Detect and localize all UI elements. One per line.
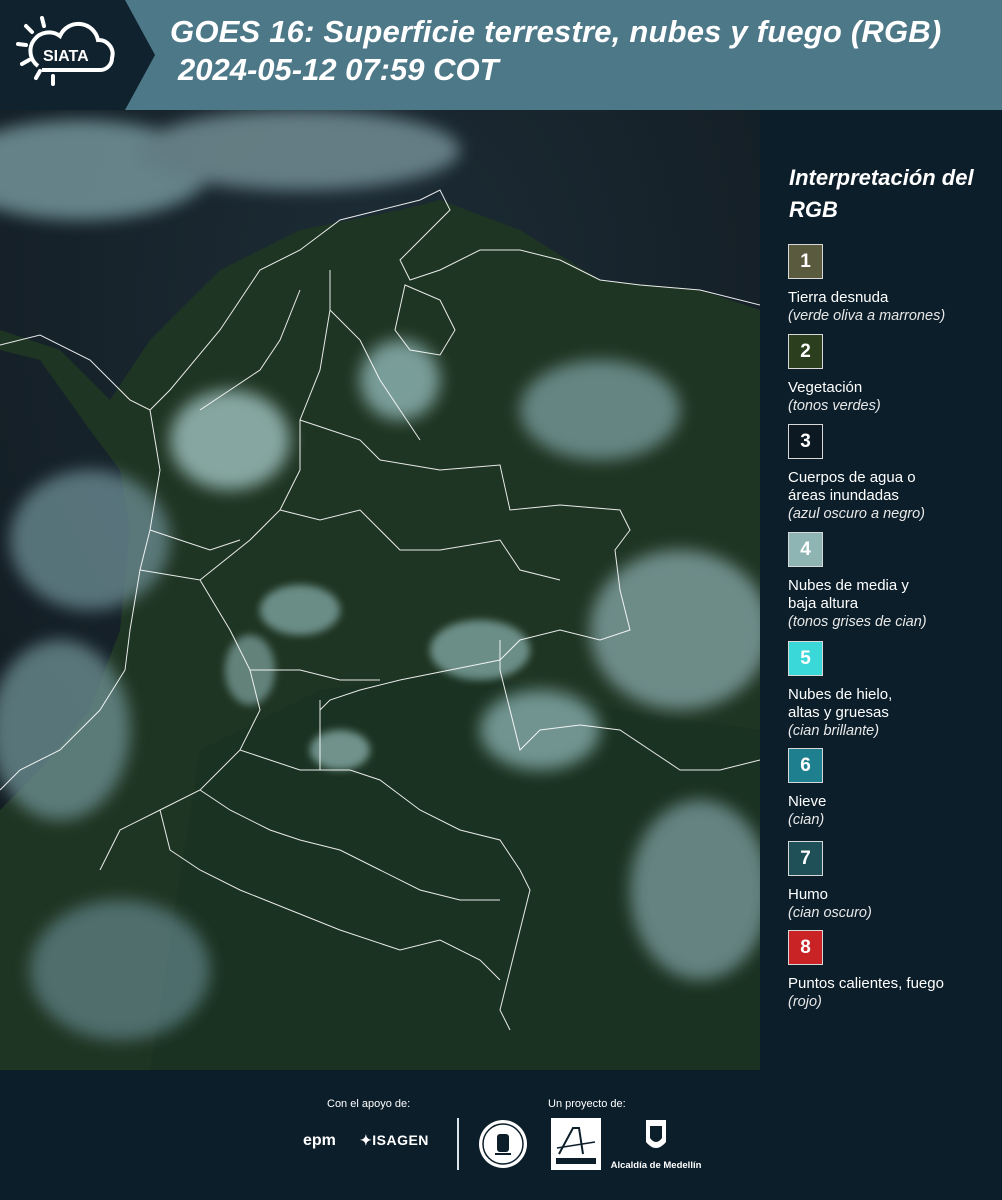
area-metropolitana-logo xyxy=(551,1118,601,1170)
legend-label-5: Nubes de hielo, altas y gruesas xyxy=(788,686,893,721)
legend-item-2: 2 Vegetación (tonos verdes) xyxy=(788,334,998,415)
alcaldia-text: Alcaldía de Medellín xyxy=(610,1160,702,1171)
legend-item-6: 6 Nieve (cian) xyxy=(788,748,998,829)
legend-label-2: Vegetación xyxy=(788,379,863,396)
legend-sub-3: (azul oscuro a negro) xyxy=(788,506,926,522)
legend-label-7: Humo xyxy=(788,886,829,903)
legend-label-3: Cuerpos de agua o áreas inundadas xyxy=(788,469,916,504)
isagen-text: ISAGEN xyxy=(372,1132,429,1148)
epm-logo: epm xyxy=(303,1132,336,1149)
satellite-map[interactable] xyxy=(0,110,760,1070)
legend-number-2: 2 xyxy=(800,340,811,362)
legend-swatch-1: 1 xyxy=(788,244,823,279)
legend-number-7: 7 xyxy=(800,847,811,869)
legend-item-1: 1 Tierra desnuda (verde oliva a marrones… xyxy=(788,244,998,325)
legend-sub-5: (cian brillante) xyxy=(788,723,880,739)
legend-swatch-2: 2 xyxy=(788,334,823,369)
legend-item-5: 5 Nubes de hielo, altas y gruesas (cian … xyxy=(788,641,998,740)
legend-number-1: 1 xyxy=(800,250,811,272)
legend-sub-2: (tonos verdes) xyxy=(788,398,881,414)
legend-item-3: 3 Cuerpos de agua o áreas inundadas (azu… xyxy=(788,424,998,523)
legend-number-3: 3 xyxy=(800,430,811,452)
legend-number-6: 6 xyxy=(800,754,811,776)
legend-swatch-5: 5 xyxy=(788,641,823,676)
legend-item-8: 8 Puntos calientes, fuego (rojo) xyxy=(788,930,998,1011)
legend-number-4: 4 xyxy=(800,538,811,560)
legend-label-4: Nubes de media y baja altura xyxy=(788,577,909,612)
legend-swatch-6: 6 xyxy=(788,748,823,783)
alcaldia-medellin-logo: Alcaldía de Medellín xyxy=(610,1118,702,1174)
siata-logo: SIATA xyxy=(0,0,160,110)
timestamp: 2024-05-12 07:59 COT xyxy=(178,52,499,87)
legend-panel: Interpretación del RGB 1 Tierra desnuda … xyxy=(760,110,1002,1070)
isagen-logo: ✦ISAGEN xyxy=(360,1132,429,1148)
legend-label-8: Puntos calientes, fuego xyxy=(788,975,944,992)
footer: Con el apoyo de: Un proyecto de: epm ✦IS… xyxy=(0,1070,1002,1200)
logo-text: SIATA xyxy=(43,48,89,65)
page-title: GOES 16: Superficie terrestre, nubes y f… xyxy=(170,14,942,49)
legend-sub-7: (cian oscuro) xyxy=(788,905,872,921)
support-label: Con el apoyo de: xyxy=(327,1098,411,1110)
legend-swatch-7: 7 xyxy=(788,841,823,876)
legend-item-7: 7 Humo (cian oscuro) xyxy=(788,841,998,922)
legend-sub-4: (tonos grises de cian) xyxy=(788,614,927,630)
legend-label-1: Tierra desnuda xyxy=(788,289,889,306)
satellite-image xyxy=(0,110,760,1070)
legend-sub-6: (cian) xyxy=(788,812,825,828)
university-seal-logo xyxy=(477,1118,529,1175)
footer-divider xyxy=(457,1118,459,1170)
header-bar: SIATA GOES 16: Superficie terrestre, nub… xyxy=(0,0,1002,110)
legend-number-8: 8 xyxy=(800,936,811,958)
legend-number-5: 5 xyxy=(800,647,811,669)
legend-swatch-3: 3 xyxy=(788,424,823,459)
legend-label-6: Nieve xyxy=(788,793,827,810)
project-label: Un proyecto de: xyxy=(548,1098,626,1110)
legend-swatch-4: 4 xyxy=(788,532,823,567)
legend-swatch-8: 8 xyxy=(788,930,823,965)
legend-sub-8: (rojo) xyxy=(788,994,822,1010)
legend-title: Interpretación del RGB xyxy=(789,165,974,222)
legend-item-4: 4 Nubes de media y baja altura (tonos gr… xyxy=(788,532,998,631)
legend-sub-1: (verde oliva a marrones) xyxy=(788,308,946,324)
